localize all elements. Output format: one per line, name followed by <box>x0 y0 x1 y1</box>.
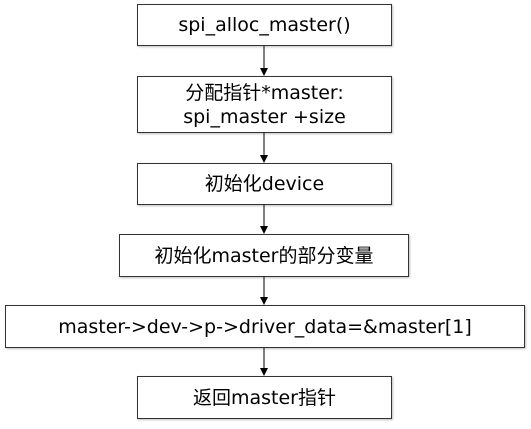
step-allocate-master-pointer: 分配指针*master: spi_master +size <box>137 76 392 133</box>
connector-arrows <box>260 46 268 376</box>
step-spi-alloc-master: spi_alloc_master() <box>137 4 392 46</box>
step-text: 初始化device <box>204 173 325 195</box>
step-return-master-pointer: 返回master指针 <box>137 376 392 419</box>
step-text-line-1: 分配指针*master: <box>185 81 344 104</box>
step-init-master-vars: 初始化master的部分变量 <box>119 234 409 277</box>
step-init-device: 初始化device <box>137 163 392 205</box>
step-text: 返回master指针 <box>192 386 336 409</box>
step-set-driver-data: master->dev->p->driver_data=&master[1] <box>5 305 525 348</box>
step-text: master->dev->p->driver_data=&master[1] <box>58 315 472 338</box>
step-text-line-2: spi_master +size <box>183 105 346 128</box>
step-text: spi_alloc_master() <box>178 14 351 36</box>
step-text: 初始化master的部分变量 <box>154 244 374 267</box>
